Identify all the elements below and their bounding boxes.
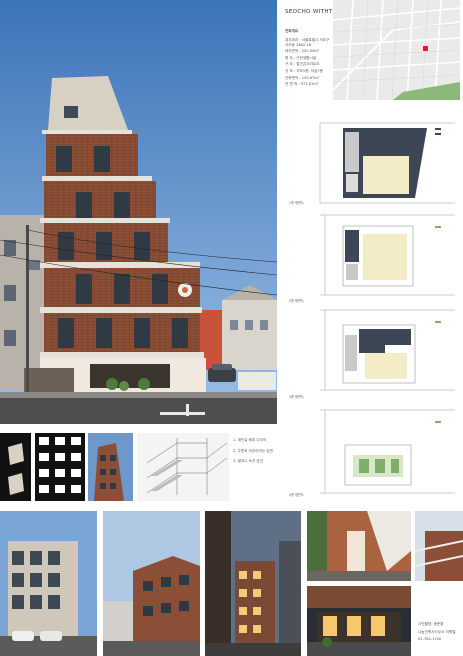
location-map-drawing <box>332 0 461 101</box>
credit-line: 나눔건축사사무소 이병철 <box>418 629 456 634</box>
overview-line: 용 도 : 근린생활시설 <box>285 55 317 60</box>
overview-line: 서초동 1662-16 <box>285 42 312 47</box>
overview-line: 대지위치 : 서울특별시 서초구 <box>285 38 330 42</box>
photo-night-view <box>205 511 301 656</box>
diagram-note: 1. 계단실 배치 다이어 <box>233 438 267 442</box>
photo-ground-night <box>307 586 411 656</box>
plan-3-label: 3층 평면도 <box>289 395 304 399</box>
overview-line: 연 면 적 : 973.61m² <box>285 82 319 87</box>
credit-line: 사진촬영: 윤준환 <box>418 622 444 626</box>
main-building-photo <box>0 0 277 424</box>
diagram-note: 2. 주변과 어우러지는 입면 <box>233 448 273 453</box>
stair-section-diagram <box>137 433 229 501</box>
floor-plan-2 <box>315 210 460 300</box>
overview-heading: 건축개요 <box>285 29 299 33</box>
floor-plan-4-drawing <box>320 409 455 494</box>
diagram-note: 3. 발코니 녹지 공간 <box>233 459 263 464</box>
facade-photo-small <box>88 433 133 501</box>
overview-line: 구 조 : 철근콘크리트조 <box>285 62 320 67</box>
overview-line: 대지면적 : 252.00m² <box>285 49 320 54</box>
credits: 사진촬영: 윤준환 나눔건축사사무소 이병철 02-784-1100 <box>418 622 456 642</box>
photo-balcony <box>415 511 463 581</box>
main-building-illustration <box>0 0 277 424</box>
photo-stair-interior <box>307 511 411 581</box>
plan-2-label: 2층 평면도 <box>289 299 304 303</box>
overview-list: 대지위치 : 서울특별시 서초구 서초동 1662-16 대지면적 : 252.… <box>285 38 329 87</box>
floor-plan-3 <box>315 305 460 395</box>
floor-plan-2-drawing <box>320 214 455 296</box>
diagram-notes: 1. 계단실 배치 다이어 2. 주변과 어우러지는 입면 3. 발코니 녹지 … <box>233 438 273 464</box>
floor-plan-3-drawing <box>320 309 455 391</box>
plan-4-label: 4층 평면도 <box>289 493 304 497</box>
plan-1-label: 1층 평면도 <box>289 201 304 205</box>
photo-corner-view <box>103 511 200 656</box>
location-map <box>332 0 461 101</box>
map-marker-icon <box>423 46 428 51</box>
photo-street-view <box>0 511 97 656</box>
credit-line: 02-784-1100 <box>418 637 442 642</box>
floor-plan-1 <box>315 118 460 208</box>
massing-diagram-grid <box>35 433 85 501</box>
massing-diagram-dark <box>0 433 31 501</box>
overview-line: 건축면적 : 150.67m² <box>285 75 320 80</box>
floor-plan-4 <box>315 405 460 497</box>
floor-plan-1-drawing <box>319 122 455 204</box>
overview-line: 규 모 : 지하1층, 지상7층 <box>285 68 323 73</box>
